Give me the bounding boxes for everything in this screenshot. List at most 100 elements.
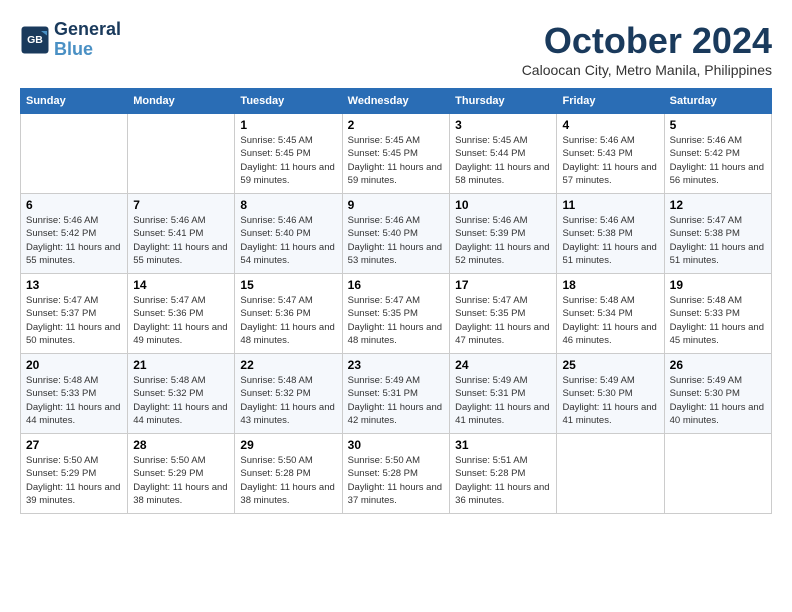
calendar-cell: 13 Sunrise: 5:47 AM Sunset: 5:37 PM Dayli… bbox=[21, 274, 128, 354]
weekday-header: Tuesday bbox=[235, 89, 342, 114]
calendar-cell: 28 Sunrise: 5:50 AM Sunset: 5:29 PM Dayli… bbox=[128, 434, 235, 514]
calendar-cell: 20 Sunrise: 5:48 AM Sunset: 5:33 PM Dayli… bbox=[21, 354, 128, 434]
day-number: 3 bbox=[455, 118, 551, 132]
day-info: Sunrise: 5:48 AM Sunset: 5:32 PM Dayligh… bbox=[133, 374, 229, 427]
logo-text: General Blue bbox=[54, 20, 121, 60]
day-info: Sunrise: 5:46 AM Sunset: 5:43 PM Dayligh… bbox=[562, 134, 658, 187]
day-info: Sunrise: 5:50 AM Sunset: 5:29 PM Dayligh… bbox=[133, 454, 229, 507]
day-number: 12 bbox=[670, 198, 766, 212]
calendar-cell: 1 Sunrise: 5:45 AM Sunset: 5:45 PM Daylig… bbox=[235, 114, 342, 194]
calendar-cell: 15Sunrise: 5:47 AM Sunset: 5:36 PM Dayli… bbox=[235, 274, 342, 354]
calendar-week-row: 1 Sunrise: 5:45 AM Sunset: 5:45 PM Daylig… bbox=[21, 114, 772, 194]
day-number: 8 bbox=[240, 198, 336, 212]
svg-text:GB: GB bbox=[27, 34, 43, 46]
calendar-body: 1 Sunrise: 5:45 AM Sunset: 5:45 PM Daylig… bbox=[21, 114, 772, 514]
day-info: Sunrise: 5:49 AM Sunset: 5:31 PM Dayligh… bbox=[455, 374, 551, 427]
day-number: 11 bbox=[562, 198, 658, 212]
day-info: Sunrise: 5:47 AM Sunset: 5:37 PM Dayligh… bbox=[26, 294, 122, 347]
day-info: Sunrise: 5:45 AM Sunset: 5:45 PM Dayligh… bbox=[348, 134, 444, 187]
day-number: 23 bbox=[348, 358, 444, 372]
calendar-cell: 14 Sunrise: 5:47 AM Sunset: 5:36 PM Dayli… bbox=[128, 274, 235, 354]
day-number: 14 bbox=[133, 278, 229, 292]
day-number: 29 bbox=[240, 438, 336, 452]
calendar-cell: 29 Sunrise: 5:50 AM Sunset: 5:28 PM Dayli… bbox=[235, 434, 342, 514]
calendar-cell: 17 Sunrise: 5:47 AM Sunset: 5:35 PM Dayli… bbox=[450, 274, 557, 354]
day-number: 20 bbox=[26, 358, 122, 372]
calendar-cell: 30 Sunrise: 5:50 AM Sunset: 5:28 PM Dayli… bbox=[342, 434, 449, 514]
calendar-header-row: SundayMondayTuesdayWednesdayThursdayFrid… bbox=[21, 89, 772, 114]
calendar-cell: 7 Sunrise: 5:46 AM Sunset: 5:41 PM Daylig… bbox=[128, 194, 235, 274]
calendar-cell: 4 Sunrise: 5:46 AM Sunset: 5:43 PM Daylig… bbox=[557, 114, 664, 194]
calendar-cell: 26Sunrise: 5:49 AM Sunset: 5:30 PM Dayli… bbox=[664, 354, 771, 434]
calendar-cell: 2 Sunrise: 5:45 AM Sunset: 5:45 PM Daylig… bbox=[342, 114, 449, 194]
day-info: Sunrise: 5:46 AM Sunset: 5:39 PM Dayligh… bbox=[455, 214, 551, 267]
calendar-cell: 16 Sunrise: 5:47 AM Sunset: 5:35 PM Dayli… bbox=[342, 274, 449, 354]
day-number: 4 bbox=[562, 118, 658, 132]
day-info: Sunrise: 5:46 AM Sunset: 5:42 PM Dayligh… bbox=[670, 134, 766, 187]
weekday-header: Thursday bbox=[450, 89, 557, 114]
calendar-cell: 25 Sunrise: 5:49 AM Sunset: 5:30 PM Dayli… bbox=[557, 354, 664, 434]
day-info: Sunrise: 5:49 AM Sunset: 5:30 PM Dayligh… bbox=[670, 374, 766, 427]
calendar-cell: 24Sunrise: 5:49 AM Sunset: 5:31 PM Dayli… bbox=[450, 354, 557, 434]
calendar-cell: 27 Sunrise: 5:50 AM Sunset: 5:29 PM Dayli… bbox=[21, 434, 128, 514]
calendar-cell: 8Sunrise: 5:46 AM Sunset: 5:40 PM Daylig… bbox=[235, 194, 342, 274]
day-number: 10 bbox=[455, 198, 551, 212]
day-number: 13 bbox=[26, 278, 122, 292]
day-number: 16 bbox=[348, 278, 444, 292]
calendar-cell: 5 Sunrise: 5:46 AM Sunset: 5:42 PM Daylig… bbox=[664, 114, 771, 194]
calendar-cell bbox=[21, 114, 128, 194]
day-info: Sunrise: 5:49 AM Sunset: 5:30 PM Dayligh… bbox=[562, 374, 658, 427]
calendar-week-row: 6Sunrise: 5:46 AM Sunset: 5:42 PM Daylig… bbox=[21, 194, 772, 274]
day-number: 22 bbox=[240, 358, 336, 372]
calendar-cell: 18Sunrise: 5:48 AM Sunset: 5:34 PM Dayli… bbox=[557, 274, 664, 354]
day-info: Sunrise: 5:46 AM Sunset: 5:40 PM Dayligh… bbox=[348, 214, 444, 267]
weekday-header: Sunday bbox=[21, 89, 128, 114]
calendar-week-row: 13 Sunrise: 5:47 AM Sunset: 5:37 PM Dayli… bbox=[21, 274, 772, 354]
calendar-week-row: 20 Sunrise: 5:48 AM Sunset: 5:33 PM Dayli… bbox=[21, 354, 772, 434]
calendar-cell: 31Sunrise: 5:51 AM Sunset: 5:28 PM Dayli… bbox=[450, 434, 557, 514]
logo-icon: GB bbox=[20, 25, 50, 55]
day-number: 17 bbox=[455, 278, 551, 292]
calendar-cell: 19 Sunrise: 5:48 AM Sunset: 5:33 PM Dayli… bbox=[664, 274, 771, 354]
page-header: GB General Blue October 2024 Caloocan Ci… bbox=[20, 20, 772, 78]
day-number: 18 bbox=[562, 278, 658, 292]
day-info: Sunrise: 5:49 AM Sunset: 5:31 PM Dayligh… bbox=[348, 374, 444, 427]
day-info: Sunrise: 5:45 AM Sunset: 5:45 PM Dayligh… bbox=[240, 134, 336, 187]
day-info: Sunrise: 5:46 AM Sunset: 5:42 PM Dayligh… bbox=[26, 214, 122, 267]
day-number: 28 bbox=[133, 438, 229, 452]
day-info: Sunrise: 5:50 AM Sunset: 5:29 PM Dayligh… bbox=[26, 454, 122, 507]
day-info: Sunrise: 5:48 AM Sunset: 5:32 PM Dayligh… bbox=[240, 374, 336, 427]
day-info: Sunrise: 5:47 AM Sunset: 5:36 PM Dayligh… bbox=[240, 294, 336, 347]
day-info: Sunrise: 5:47 AM Sunset: 5:35 PM Dayligh… bbox=[348, 294, 444, 347]
location-subtitle: Caloocan City, Metro Manila, Philippines bbox=[522, 62, 772, 78]
day-info: Sunrise: 5:47 AM Sunset: 5:36 PM Dayligh… bbox=[133, 294, 229, 347]
day-number: 5 bbox=[670, 118, 766, 132]
weekday-header: Friday bbox=[557, 89, 664, 114]
day-number: 27 bbox=[26, 438, 122, 452]
day-number: 1 bbox=[240, 118, 336, 132]
day-number: 7 bbox=[133, 198, 229, 212]
day-info: Sunrise: 5:51 AM Sunset: 5:28 PM Dayligh… bbox=[455, 454, 551, 507]
day-number: 25 bbox=[562, 358, 658, 372]
logo: GB General Blue bbox=[20, 20, 121, 60]
day-info: Sunrise: 5:46 AM Sunset: 5:41 PM Dayligh… bbox=[133, 214, 229, 267]
calendar-week-row: 27 Sunrise: 5:50 AM Sunset: 5:29 PM Dayli… bbox=[21, 434, 772, 514]
calendar-cell: 12Sunrise: 5:47 AM Sunset: 5:38 PM Dayli… bbox=[664, 194, 771, 274]
weekday-header: Monday bbox=[128, 89, 235, 114]
title-block: October 2024 Caloocan City, Metro Manila… bbox=[522, 20, 772, 78]
calendar-cell bbox=[557, 434, 664, 514]
day-info: Sunrise: 5:50 AM Sunset: 5:28 PM Dayligh… bbox=[240, 454, 336, 507]
calendar-cell: 6Sunrise: 5:46 AM Sunset: 5:42 PM Daylig… bbox=[21, 194, 128, 274]
calendar-cell: 22 Sunrise: 5:48 AM Sunset: 5:32 PM Dayli… bbox=[235, 354, 342, 434]
weekday-header: Wednesday bbox=[342, 89, 449, 114]
day-info: Sunrise: 5:48 AM Sunset: 5:33 PM Dayligh… bbox=[670, 294, 766, 347]
day-info: Sunrise: 5:48 AM Sunset: 5:33 PM Dayligh… bbox=[26, 374, 122, 427]
day-info: Sunrise: 5:47 AM Sunset: 5:35 PM Dayligh… bbox=[455, 294, 551, 347]
day-number: 30 bbox=[348, 438, 444, 452]
day-info: Sunrise: 5:50 AM Sunset: 5:28 PM Dayligh… bbox=[348, 454, 444, 507]
day-number: 2 bbox=[348, 118, 444, 132]
calendar-cell: 23 Sunrise: 5:49 AM Sunset: 5:31 PM Dayli… bbox=[342, 354, 449, 434]
day-number: 19 bbox=[670, 278, 766, 292]
calendar-cell bbox=[128, 114, 235, 194]
day-number: 21 bbox=[133, 358, 229, 372]
